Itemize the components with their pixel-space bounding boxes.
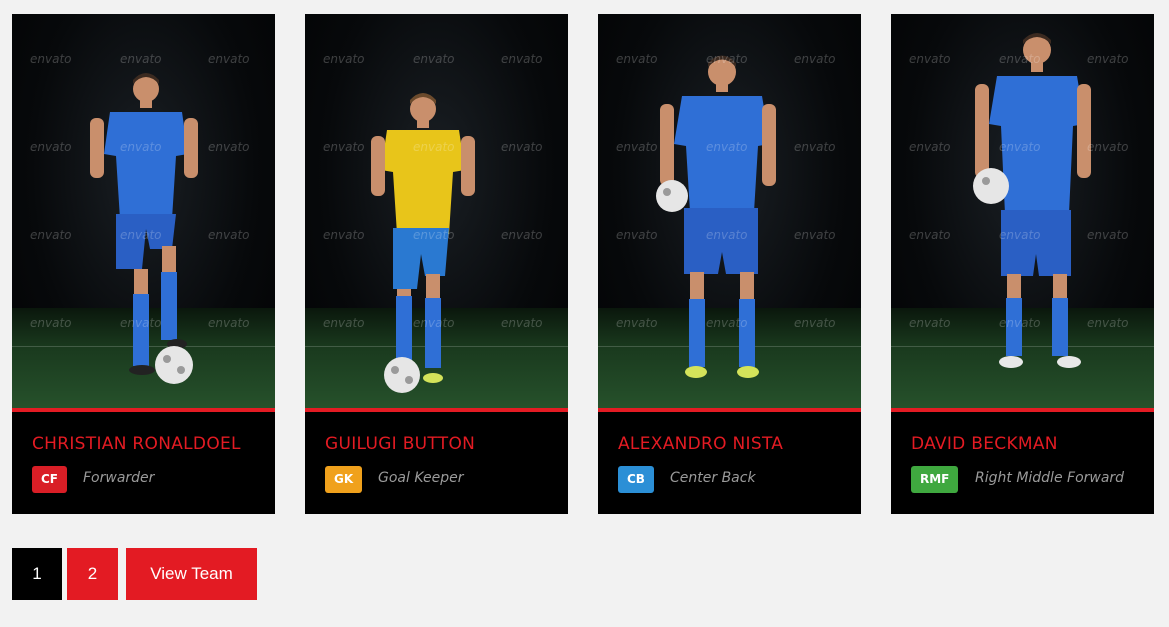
- player-photo: envato envato envato envato envato envat…: [891, 14, 1154, 408]
- player-name[interactable]: GUILUGI BUTTON: [325, 434, 475, 454]
- player-card[interactable]: envato envato envato envato envato envat…: [305, 14, 568, 514]
- player-role: Goal Keeper: [378, 470, 464, 486]
- player-figure: [973, 33, 1091, 368]
- player-photo: envato envato envato envato envato envat…: [12, 14, 275, 408]
- card-divider: [891, 408, 1154, 413]
- watermark: envato: [30, 52, 72, 66]
- player-figure: [656, 55, 776, 378]
- player-card[interactable]: envato envato envato envato envato envat…: [891, 14, 1154, 514]
- card-divider: [305, 408, 568, 413]
- player-card[interactable]: envato envato envato envato envato envat…: [598, 14, 861, 514]
- player-role: Center Back: [670, 470, 756, 486]
- player-name[interactable]: ALEXANDRO NISTA: [618, 434, 783, 454]
- position-badge: GK: [325, 466, 363, 493]
- card-divider: [12, 408, 275, 413]
- player-photo: envato envato envato envato envato envat…: [305, 14, 568, 408]
- view-team-button[interactable]: View Team: [126, 548, 257, 600]
- player-name[interactable]: DAVID BECKMAN: [911, 434, 1058, 454]
- card-divider: [598, 408, 861, 413]
- player-card[interactable]: envato envato envato envato envato envat…: [12, 14, 275, 514]
- player-figure: [371, 93, 475, 393]
- player-name[interactable]: CHRISTIAN RONALDOEL: [32, 434, 241, 454]
- position-badge: RMF: [911, 466, 959, 493]
- page-1-button[interactable]: 1: [12, 548, 62, 600]
- player-role: Forwarder: [83, 470, 155, 486]
- player-photo: envato envato envato envato envato envat…: [598, 14, 861, 408]
- position-badge: CB: [618, 466, 654, 493]
- position-badge: CF: [32, 466, 68, 493]
- page-2-button[interactable]: 2: [67, 548, 118, 600]
- player-figure: [90, 73, 198, 384]
- player-role: Right Middle Forward: [975, 470, 1125, 486]
